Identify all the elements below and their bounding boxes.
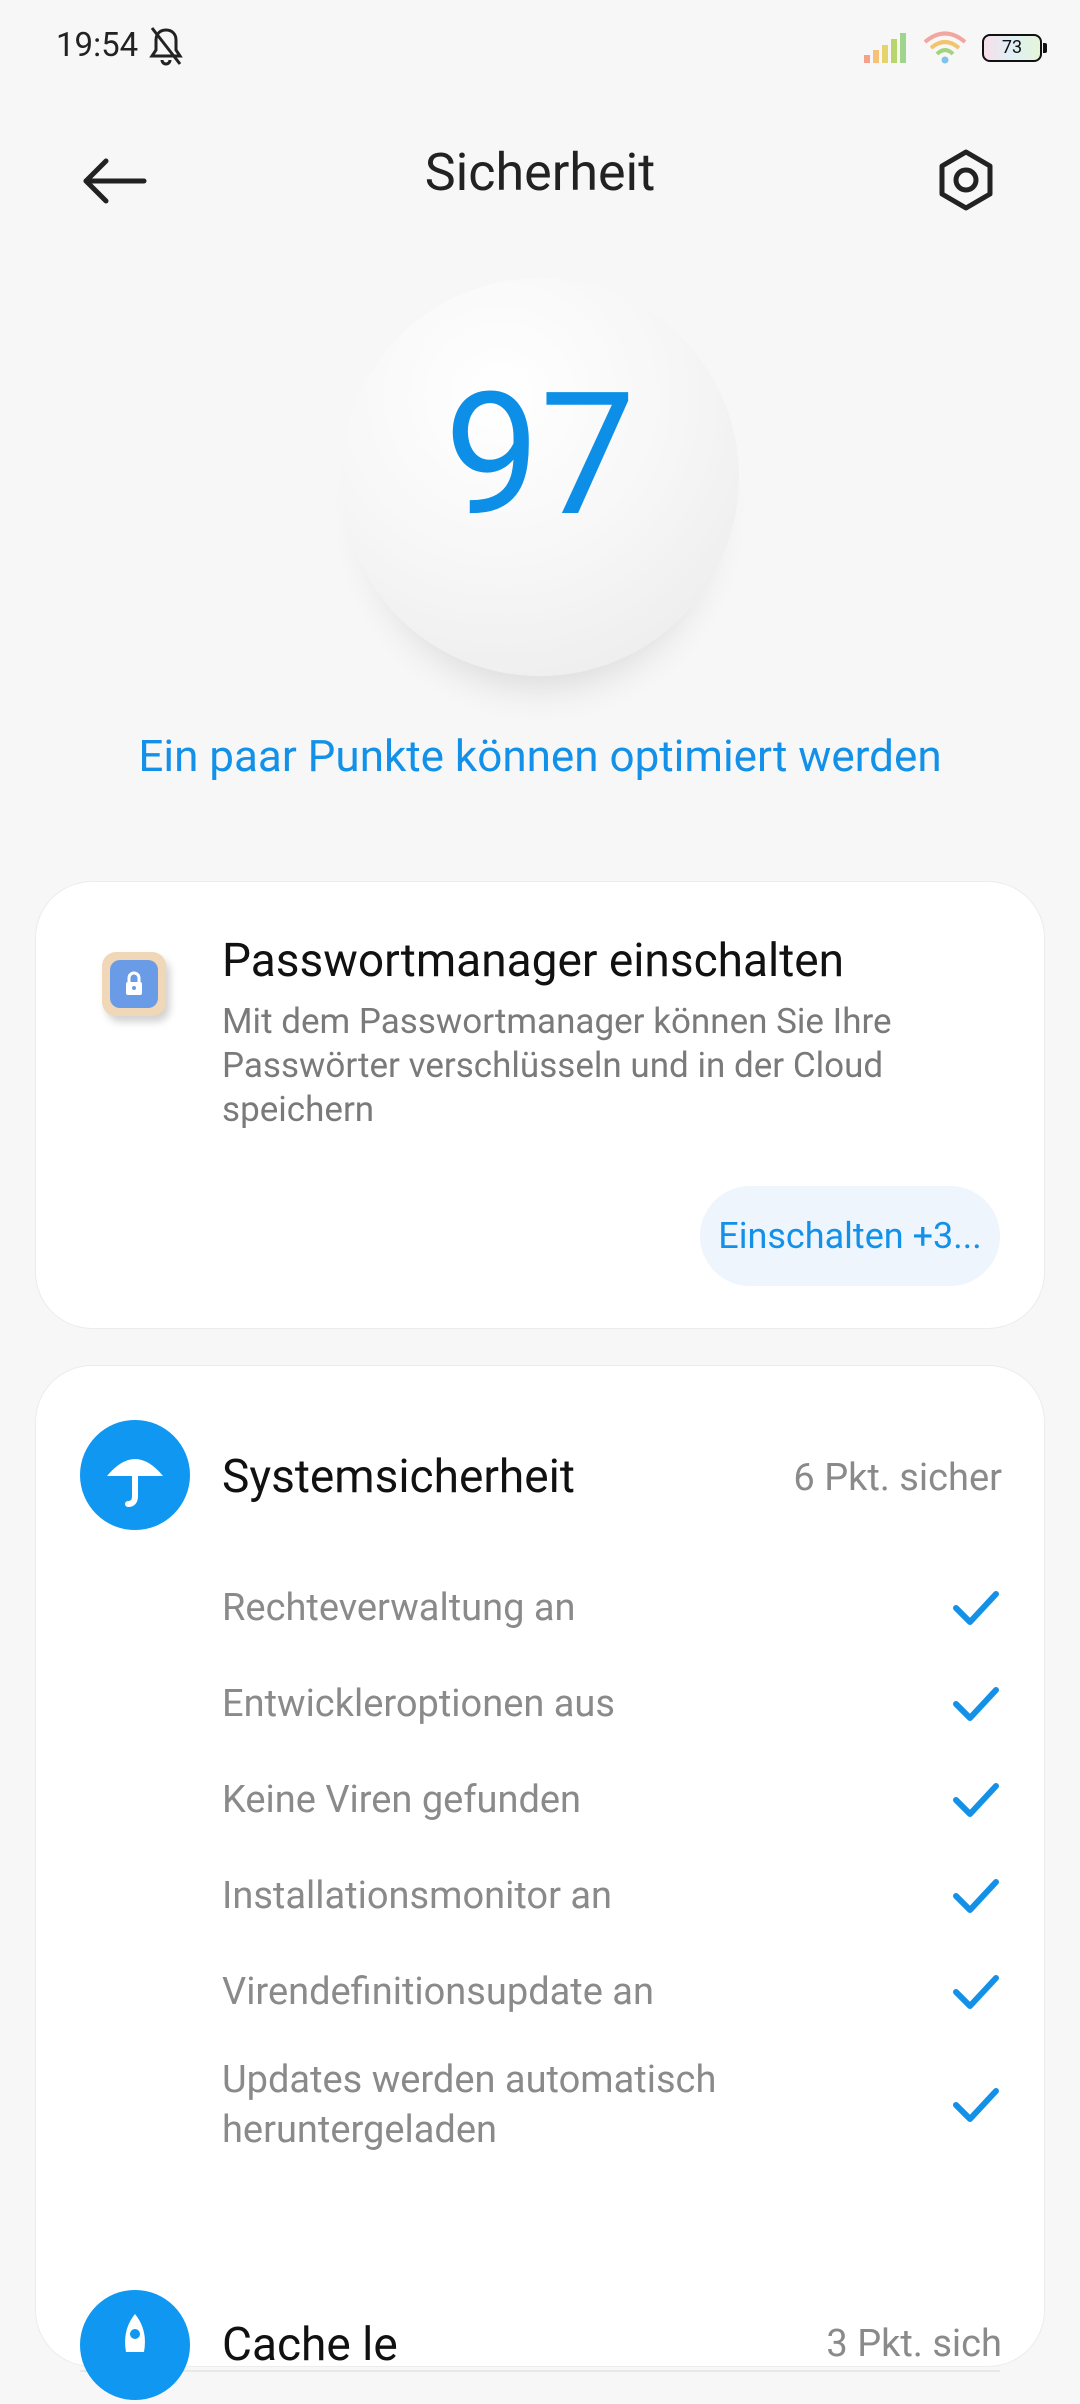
app-header: Sicherheit	[0, 120, 1080, 240]
password-manager-card: Passwortmanager einschalten Mit dem Pass…	[36, 882, 1044, 1328]
page-title: Sicherheit	[424, 142, 656, 203]
signal-icon	[864, 33, 906, 63]
checkmark-icon	[953, 1783, 999, 1817]
battery-icon: 73	[982, 34, 1047, 62]
check-item: Updates werden automatisch heruntergelad…	[222, 2040, 1042, 2170]
check-item-label: Rechteverwaltung an	[222, 1586, 576, 1630]
settings-gear-icon[interactable]	[930, 144, 1002, 216]
checkmark-icon	[953, 1687, 999, 1721]
check-item: Entwickleroptionen aus	[222, 1656, 1042, 1752]
checkmark-icon	[953, 2088, 999, 2122]
check-item-label: Entwickleroptionen aus	[222, 1682, 615, 1726]
section-divider	[80, 2370, 1000, 2372]
next-section-status: 3 Pkt. sich	[826, 2322, 1002, 2366]
wifi-icon	[923, 31, 967, 64]
check-item: Installationsmonitor an	[222, 1848, 1042, 1944]
checkmark-icon	[953, 1591, 999, 1625]
security-check-list: Rechteverwaltung an Entwickleroptionen a…	[222, 1560, 1042, 2170]
score-subtitle: Ein paar Punkte können optimiert werden	[138, 730, 942, 782]
check-item-label: Keine Viren gefunden	[222, 1778, 582, 1822]
lock-icon	[126, 971, 142, 995]
umbrella-icon	[80, 1420, 190, 1530]
system-security-card: Systemsicherheit 6 Pkt. sicher Rechtever…	[36, 1366, 1044, 2372]
check-item-label: Virendefinitionsupdate an	[222, 1970, 654, 2014]
system-security-title: Systemsicherheit	[222, 1450, 575, 1504]
check-item-label: Updates werden automatisch heruntergelad…	[222, 2058, 717, 2152]
enable-password-manager-button[interactable]: Einschalten +3...	[700, 1186, 1000, 1286]
check-item: Keine Viren gefunden	[222, 1752, 1042, 1848]
password-manager-icon	[102, 952, 166, 1016]
password-manager-description: Mit dem Passwortmanager können Sie Ihre …	[222, 1001, 892, 1130]
system-security-status: 6 Pkt. sicher	[793, 1456, 1002, 1500]
check-item: Rechteverwaltung an	[222, 1560, 1042, 1656]
bell-off-icon	[149, 27, 183, 66]
checkmark-icon	[953, 1879, 999, 1913]
check-item: Virendefinitionsupdate an	[222, 1944, 1042, 2040]
rocket-icon	[80, 2290, 190, 2400]
status-icons: 73	[864, 28, 1047, 68]
check-item-label: Installationsmonitor an	[222, 1874, 613, 1918]
security-score: 97	[444, 355, 636, 555]
next-section-title: Cache le	[222, 2318, 398, 2372]
checkmark-icon	[953, 1975, 999, 2009]
status-time: 19:54	[56, 26, 139, 65]
password-manager-title: Passwortmanager einschalten	[222, 934, 845, 988]
status-bar: 19:54 73	[0, 0, 1080, 96]
